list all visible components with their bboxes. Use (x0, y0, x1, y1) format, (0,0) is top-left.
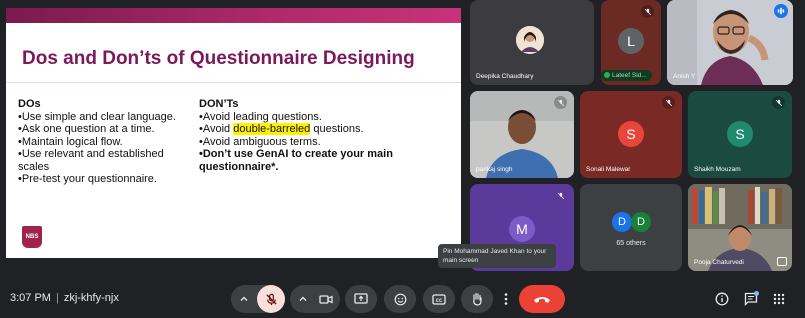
raise-hand-button[interactable] (461, 285, 493, 313)
end-call-button[interactable] (519, 285, 565, 313)
activities-button[interactable] (770, 290, 788, 308)
participant-tile-shaikh[interactable]: S Shaikh Mouzam (688, 91, 792, 178)
apps-grid-icon (773, 293, 785, 305)
participant-tile-deepika[interactable]: Deepika Chaudhary (470, 0, 594, 85)
donts-item-genai: •Don’t use GenAI to create your main que… (199, 148, 393, 173)
avatar: M (509, 216, 535, 242)
slide-header-bar (6, 8, 461, 23)
mic-off-icon (554, 96, 567, 109)
donts-item-suffix: questions. (310, 123, 364, 135)
tile-corner-icon (777, 257, 787, 266)
highlighted-term: double-barreled (233, 123, 311, 135)
present-screen-button[interactable] (345, 285, 377, 313)
mic-off-icon (772, 96, 785, 109)
presentation-slide: Dos and Don’ts of Questionnaire Designin… (6, 8, 461, 258)
participant-name: Anish Y (673, 73, 696, 80)
mic-control-group (231, 285, 285, 313)
meeting-info: 3:07 PM | zkj-khfy-njx (10, 292, 119, 304)
info-icon (715, 292, 729, 306)
avatar: L (618, 28, 644, 54)
captions-button[interactable]: CC (423, 285, 455, 313)
mic-off-icon (554, 189, 567, 202)
slide-divider (6, 82, 461, 83)
chat-notification-dot (754, 291, 759, 296)
donts-item-prefix: •Avoid (199, 123, 234, 135)
participant-tile-others[interactable]: D D 65 others (580, 184, 682, 271)
meeting-details-button[interactable] (713, 290, 731, 308)
chevron-up-icon[interactable] (231, 285, 257, 313)
slide-title: Dos and Don’ts of Questionnaire Designin… (22, 48, 415, 69)
participant-name: Sonali Malewar (586, 166, 631, 173)
participant-tile-pankaj[interactable]: pankaj singh (470, 91, 574, 178)
dos-column: DOs •Use simple and clear language. •Ask… (18, 98, 196, 186)
avatar: S (727, 121, 753, 147)
mic-off-icon (265, 293, 277, 305)
dos-item: •Use relevant and established scales (18, 148, 164, 173)
nbs-logo: NBS (22, 226, 42, 248)
speaking-indicator (604, 72, 610, 79)
avatar: S (618, 121, 644, 147)
meeting-control-bar: 3:07 PM | zkj-khfy-njx CC (0, 282, 805, 318)
present-screen-icon (354, 293, 368, 304)
participant-tile-sonali[interactable]: S Sonali Malewar (580, 91, 682, 178)
participant-tile-lateef[interactable]: L Lateef Sid... (601, 0, 661, 85)
mic-off-icon (641, 5, 654, 18)
participant-name-pill: Lateef Sid... (601, 70, 652, 81)
emoji-icon (394, 293, 406, 305)
videocam-icon (319, 294, 333, 304)
camera-toggle-button[interactable] (315, 285, 337, 313)
more-vert-icon (504, 293, 508, 305)
emoji-reaction-button[interactable] (384, 285, 416, 313)
camera-control-group (290, 285, 340, 313)
closed-caption-icon: CC (432, 293, 446, 305)
others-count: 65 others (616, 240, 646, 247)
participant-name: Pooja Chaturvedi (694, 259, 744, 266)
meeting-code: zkj-khfy-njx (63, 292, 119, 304)
dos-item: •Maintain logical flow. (18, 135, 123, 148)
donts-item: •Avoid ambiguous terms. (199, 135, 321, 148)
participant-tile-pooja[interactable]: Pooja Chaturvedi (688, 184, 792, 271)
speaking-icon (774, 4, 788, 18)
participant-tile-anish[interactable]: Anish Y (667, 0, 793, 85)
donts-item: •Avoid leading questions. (199, 110, 322, 123)
participant-name: Lateef Sid... (612, 72, 647, 79)
chat-button[interactable] (742, 290, 760, 308)
donts-item: •Avoid double-barreled questions. (199, 123, 449, 136)
dos-heading: DOs (18, 98, 41, 110)
svg-text:CC: CC (436, 297, 443, 303)
participant-name: pankaj singh (476, 166, 513, 173)
pin-tooltip: Pin Mohammad Javed Khan to your main scr… (438, 244, 556, 268)
avatar: D (612, 212, 632, 232)
call-end-icon (534, 296, 550, 303)
participant-name: Shaikh Mouzam (694, 166, 741, 173)
avatar: D (631, 212, 651, 232)
mic-toggle-button[interactable] (257, 285, 285, 313)
dos-item: •Ask one question at a time. (18, 123, 155, 135)
current-time: 3:07 PM (10, 292, 51, 304)
dos-item: •Pre-test your questionnaire. (18, 173, 157, 185)
participant-name: Deepika Chaudhary (476, 73, 534, 80)
raise-hand-icon (473, 292, 482, 306)
separator: | (55, 292, 59, 304)
more-options-button[interactable] (498, 285, 514, 313)
chevron-up-icon[interactable] (292, 285, 314, 313)
donts-column: DON’Ts •Avoid leading questions. •Avoid … (199, 98, 449, 173)
avatar (516, 26, 544, 54)
mic-off-icon (662, 96, 675, 109)
donts-heading: DON’Ts (199, 98, 239, 110)
dos-item: •Use simple and clear language. (18, 110, 176, 123)
